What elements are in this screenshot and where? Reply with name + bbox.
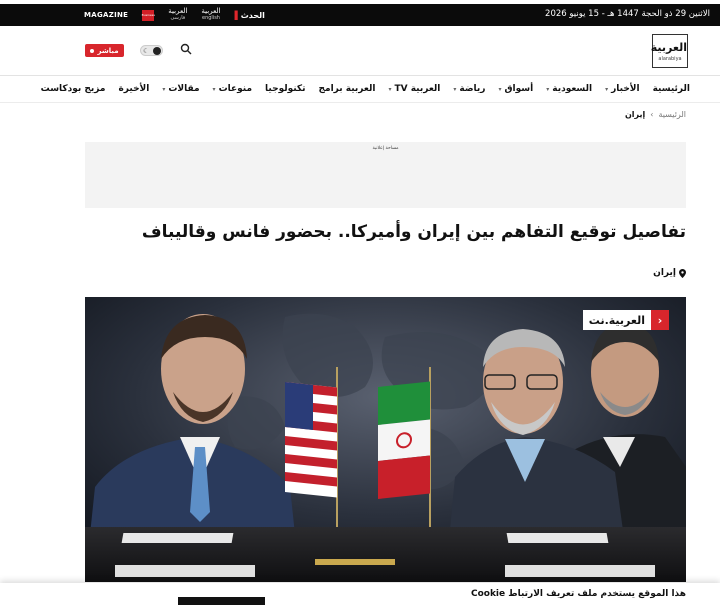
live-button[interactable]: مباشر — [85, 44, 124, 57]
chevron-down-icon: ▾ — [605, 85, 609, 93]
business-link[interactable]: Business — [141, 9, 155, 21]
site-logo[interactable]: العربية alarabiya — [650, 34, 688, 68]
article-headline: تفاصيل توقيع التفاهم بين إيران وأميركا..… — [141, 222, 686, 242]
alarabiya-english-link[interactable]: العربية english — [201, 8, 220, 22]
alhadath-link[interactable]: ▌الحدث — [235, 10, 265, 20]
nav-item[interactable]: السعودية ▾ — [546, 84, 592, 94]
nav-item-label: منوعات — [218, 84, 253, 94]
nav-item[interactable]: أسواق ▾ — [499, 84, 534, 94]
english-label: العربية — [201, 7, 221, 15]
nav-item[interactable]: العربية برامج — [319, 84, 376, 94]
watermark-text: العربية.نت — [582, 310, 651, 330]
nav-item[interactable]: مقالات ▾ — [162, 84, 199, 94]
location-pin-icon — [679, 268, 686, 278]
cookie-text: هذا الموقع يستخدم ملف تعريف الارتباط Coo… — [470, 589, 686, 599]
chevron-down-icon: ▾ — [498, 85, 502, 93]
breadcrumb-home[interactable]: الرئيسية — [658, 110, 686, 119]
breadcrumb-separator: › — [650, 110, 654, 119]
magazine-link[interactable]: MAGAZINE — [84, 11, 128, 19]
cookie-banner: هذا الموقع يستخدم ملف تعريف الارتباط Coo… — [0, 583, 720, 605]
nav-item-label: الرئيسية — [652, 84, 690, 94]
alhadath-label: الحدث — [240, 10, 265, 20]
alarabiya-farsi-link[interactable]: العربية فارسی — [168, 8, 187, 22]
alarabiya-watermark: ‹ العربية.نت — [582, 310, 669, 330]
nav-item-label: رياضة — [459, 84, 486, 94]
chevron-down-icon: ▾ — [388, 85, 392, 93]
site-header: مباشر ☾ العربية alarabiya — [0, 26, 720, 76]
live-dot-icon — [90, 48, 95, 53]
nav-item[interactable]: منوعات ▾ — [213, 84, 252, 94]
farsi-label: العربية — [168, 7, 188, 15]
nav-item-label: مزيج بودكاست — [40, 84, 106, 94]
live-label: مباشر — [97, 46, 119, 55]
moon-icon: ☾ — [143, 47, 150, 55]
english-sub: english — [202, 15, 220, 21]
farsi-sub: فارسی — [170, 15, 186, 21]
logo-arabic: العربية — [650, 41, 687, 54]
nav-item[interactable]: الرئيسية — [653, 84, 690, 94]
main-nav: الرئيسية الأخبار ▾ السعودية ▾ أسواق ▾ رياضة ▾ الع… — [0, 77, 720, 103]
watermark-arrow: ‹ — [651, 310, 669, 330]
toggle-knob — [153, 47, 161, 55]
nav-item[interactable]: مزيج بودكاست — [41, 84, 106, 94]
hero-illustration — [85, 297, 686, 582]
nav-item-label: السعودية — [552, 84, 593, 94]
nav-item-label: أسواق — [504, 84, 534, 94]
nav-item[interactable]: تكنولوجيا — [265, 84, 306, 94]
chevron-down-icon: ▾ — [212, 85, 216, 93]
nav-item[interactable]: الأخيرة — [118, 84, 149, 94]
nav-item-label: الأخبار — [611, 84, 640, 94]
nav-item-label: الأخيرة — [118, 84, 150, 94]
search-icon[interactable] — [180, 43, 192, 55]
nav-item[interactable]: الأخبار ▾ — [605, 84, 640, 94]
article-hero-image[interactable]: ‹ العربية.نت — [85, 297, 686, 582]
theme-toggle[interactable]: ☾ — [140, 45, 163, 56]
sister-brands: MAGAZINE Business العربية فارسی العربية en… — [84, 7, 265, 23]
chevron-down-icon: ▾ — [453, 85, 457, 93]
nav-list: الرئيسية الأخبار ▾ السعودية ▾ أسواق ▾ رياضة ▾ الع… — [41, 84, 690, 94]
nav-item[interactable]: العربية TV ▾ — [388, 84, 440, 94]
breadcrumb-current[interactable]: إيران — [625, 110, 645, 119]
nav-item-label: مقالات — [168, 84, 200, 94]
article-tag[interactable]: إيران — [653, 268, 686, 278]
cookie-accept-button[interactable] — [178, 597, 265, 605]
tag-label: إيران — [653, 268, 676, 278]
ad-slot[interactable]: مساحة إعلانية — [85, 142, 686, 208]
ad-label: مساحة إعلانية — [372, 146, 399, 151]
nav-item-label: العربية TV — [394, 84, 441, 94]
nav-item[interactable]: رياضة ▾ — [453, 84, 485, 94]
chevron-down-icon: ▾ — [162, 85, 166, 93]
logo-english: alarabiya — [658, 56, 682, 62]
nav-item-label: تكنولوجيا — [265, 84, 306, 94]
nav-item-label: العربية برامج — [318, 84, 376, 94]
current-date: الاثنين 29 ذو الحجة 1447 هـ - 15 يونيو 2… — [545, 9, 710, 19]
breadcrumb: الرئيسية › إيران — [625, 110, 686, 119]
top-bar: MAGAZINE Business العربية فارسی العربية en… — [0, 4, 720, 26]
chevron-down-icon: ▾ — [546, 85, 550, 93]
business-logo-text: Business — [141, 12, 155, 17]
